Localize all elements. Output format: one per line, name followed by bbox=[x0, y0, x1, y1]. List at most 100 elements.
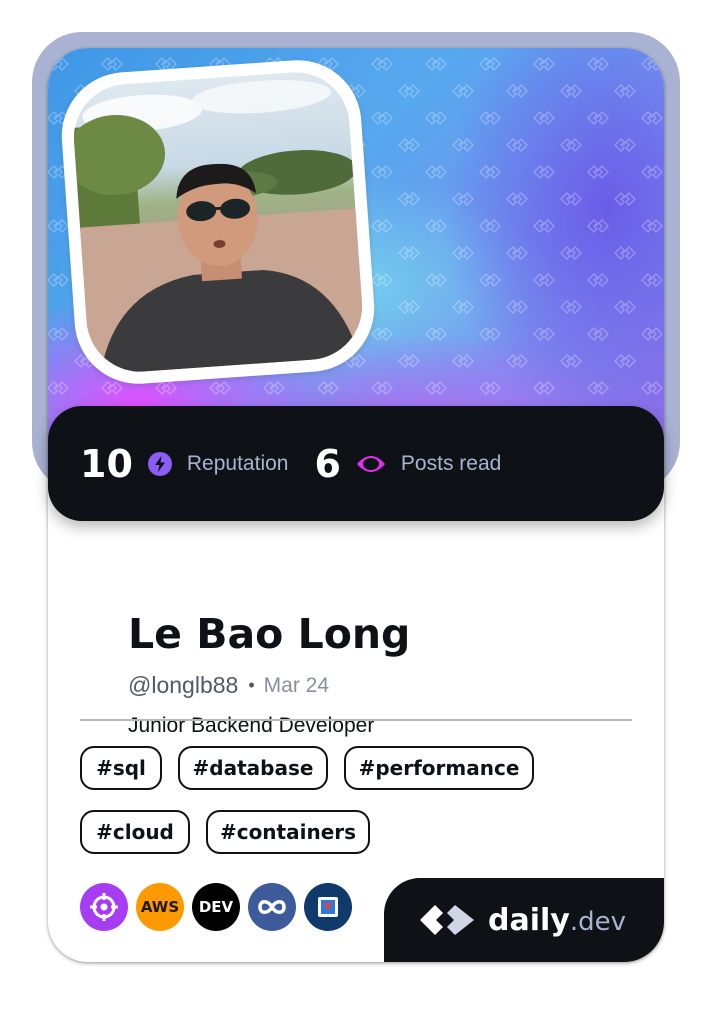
pattern-logo-mark bbox=[641, 165, 663, 179]
pattern-logo-mark bbox=[533, 219, 555, 233]
pattern-logo-mark bbox=[641, 111, 663, 125]
pattern-logo-mark bbox=[587, 381, 609, 395]
pattern-logo-mark bbox=[425, 111, 447, 125]
pattern-logo-mark bbox=[479, 219, 501, 233]
pattern-logo-mark bbox=[614, 138, 636, 152]
joined-date: Mar 24 bbox=[263, 673, 329, 697]
pattern-logo-mark bbox=[263, 381, 285, 395]
pattern-logo-mark bbox=[506, 138, 528, 152]
pattern-logo-mark bbox=[479, 273, 501, 287]
pattern-logo-mark bbox=[614, 84, 636, 98]
reputation-value: 10 bbox=[80, 441, 133, 486]
pattern-logo-mark bbox=[533, 381, 555, 395]
pattern-logo-mark bbox=[587, 327, 609, 341]
pattern-logo-mark bbox=[614, 192, 636, 206]
tag-cloud[interactable]: #cloud bbox=[80, 810, 190, 854]
pattern-logo-mark bbox=[398, 246, 420, 260]
pattern-logo-mark bbox=[398, 354, 420, 368]
posts-label: Posts read bbox=[400, 451, 502, 475]
pattern-logo-mark bbox=[587, 57, 609, 71]
pattern-logo-mark bbox=[101, 57, 123, 71]
avatar bbox=[57, 55, 379, 389]
pattern-logo-mark bbox=[452, 192, 474, 206]
pattern-logo-mark bbox=[452, 84, 474, 98]
pattern-logo-mark bbox=[614, 246, 636, 260]
pattern-logo-mark bbox=[371, 219, 393, 233]
pattern-logo-mark bbox=[587, 165, 609, 179]
pattern-logo-mark bbox=[371, 327, 393, 341]
pattern-logo-mark bbox=[479, 57, 501, 71]
pattern-logo-mark bbox=[101, 381, 123, 395]
pattern-logo-mark bbox=[371, 273, 393, 287]
tag-performance[interactable]: #performance bbox=[344, 746, 534, 790]
crosshair-icon bbox=[80, 883, 128, 931]
pattern-logo-mark bbox=[425, 273, 447, 287]
meta-separator: • bbox=[248, 675, 255, 695]
pattern-logo-mark bbox=[560, 300, 582, 314]
divider bbox=[80, 719, 632, 721]
tag-containers[interactable]: #containers bbox=[206, 810, 370, 854]
pattern-logo-mark bbox=[587, 273, 609, 287]
pattern-logo-mark bbox=[452, 300, 474, 314]
pattern-logo-mark bbox=[48, 219, 69, 233]
pattern-logo-mark bbox=[398, 138, 420, 152]
pattern-logo-mark bbox=[48, 57, 69, 71]
pattern-logo-mark bbox=[533, 327, 555, 341]
pattern-logo-mark bbox=[560, 84, 582, 98]
jira-icon bbox=[304, 883, 352, 931]
pattern-logo-mark bbox=[641, 327, 663, 341]
dev-icon-label: DEV bbox=[198, 898, 234, 916]
pattern-logo-mark bbox=[614, 300, 636, 314]
pattern-logo-mark bbox=[506, 300, 528, 314]
posts-value: 6 bbox=[314, 441, 341, 486]
pattern-logo-mark bbox=[371, 111, 393, 125]
daily-dev-logo: daily .dev bbox=[384, 878, 664, 962]
pattern-logo-mark bbox=[452, 138, 474, 152]
infinity-icon bbox=[248, 883, 296, 931]
tag-database[interactable]: #database bbox=[178, 746, 328, 790]
pattern-logo-mark bbox=[641, 219, 663, 233]
pattern-logo-mark bbox=[560, 354, 582, 368]
pattern-logo-mark bbox=[479, 327, 501, 341]
pattern-logo-mark bbox=[425, 381, 447, 395]
pattern-logo-mark bbox=[506, 354, 528, 368]
profile-meta: @longlb88 • Mar 24 bbox=[128, 672, 329, 699]
pattern-logo-mark bbox=[587, 219, 609, 233]
reputation-label: Reputation bbox=[186, 451, 289, 475]
pattern-logo-mark bbox=[479, 165, 501, 179]
pattern-logo-mark bbox=[48, 327, 69, 341]
posts-stat: 6 Posts read bbox=[314, 442, 501, 486]
profile-handle: @longlb88 bbox=[128, 672, 239, 698]
pattern-logo-mark bbox=[48, 273, 69, 287]
pattern-logo-mark bbox=[506, 84, 528, 98]
cover-image bbox=[48, 48, 664, 468]
pattern-logo-mark bbox=[560, 192, 582, 206]
daily-dev-icon bbox=[420, 905, 474, 935]
pattern-logo-mark bbox=[560, 246, 582, 260]
tag-sql[interactable]: #sql bbox=[80, 746, 162, 790]
pattern-logo-mark bbox=[425, 219, 447, 233]
pattern-logo-mark bbox=[425, 57, 447, 71]
pattern-logo-mark bbox=[48, 381, 69, 395]
pattern-logo-mark bbox=[371, 165, 393, 179]
pattern-logo-mark bbox=[317, 381, 339, 395]
pattern-logo-mark bbox=[641, 381, 663, 395]
profile-bio: Junior Backend Developer bbox=[128, 714, 375, 737]
stats-bar: 10 Reputation 6 Posts read bbox=[48, 406, 664, 521]
pattern-logo-mark bbox=[479, 381, 501, 395]
reputation-icon bbox=[147, 451, 173, 477]
pattern-logo-mark bbox=[209, 381, 231, 395]
aws-icon-label: AWS bbox=[140, 898, 180, 916]
aws-icon: AWS bbox=[136, 883, 184, 931]
reputation-stat: 10 Reputation bbox=[80, 442, 288, 486]
eye-icon bbox=[355, 451, 387, 477]
pattern-logo-mark bbox=[452, 354, 474, 368]
profile-name: Le Bao Long bbox=[128, 610, 411, 658]
tool-list: AWS DEV bbox=[80, 883, 360, 931]
pattern-logo-mark bbox=[479, 111, 501, 125]
pattern-logo-mark bbox=[398, 192, 420, 206]
pattern-logo-mark bbox=[641, 57, 663, 71]
pattern-logo-mark bbox=[533, 273, 555, 287]
pattern-logo-mark bbox=[506, 246, 528, 260]
dev-icon: DEV bbox=[192, 883, 240, 931]
